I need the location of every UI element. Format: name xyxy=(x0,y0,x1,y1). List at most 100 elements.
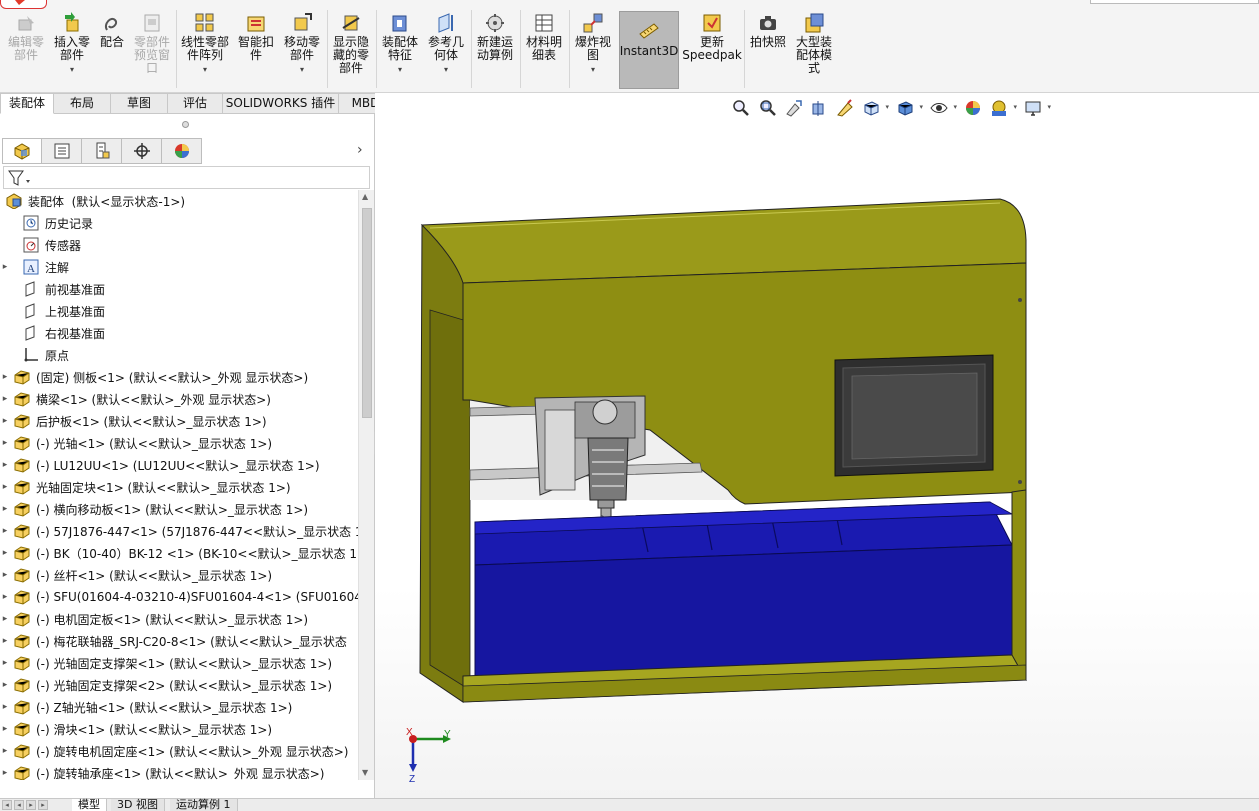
tree-item[interactable]: ▸ (-) 电机固定板<1> (默认<<默认>_显示状态 1>) xyxy=(0,608,358,630)
expand-arrow-icon[interactable]: ▸ xyxy=(0,614,10,624)
expand-arrow-icon[interactable]: ▸ xyxy=(0,768,10,778)
tree-item[interactable]: ▸ (固定) 侧板<1> (默认<<默认>_外观 显示状态>) xyxy=(0,366,358,388)
tree-item[interactable]: 前视基准面 xyxy=(0,278,358,300)
chevron-down-icon[interactable]: ▾ xyxy=(398,63,402,76)
tree-item[interactable]: 历史记录 xyxy=(0,212,358,234)
nav-last-icon[interactable]: ▸ xyxy=(38,800,48,810)
nav-first-icon[interactable]: ◂ xyxy=(2,800,12,810)
tab-configurationmanager[interactable] xyxy=(82,138,122,164)
expand-arrow-icon[interactable]: ▸ xyxy=(0,526,10,536)
nav-next-icon[interactable]: ▸ xyxy=(26,800,36,810)
linear-pattern-button[interactable]: 线性零部 件阵列 ▾ xyxy=(180,12,230,76)
graphics-area[interactable]: ▾ ▾ ▾ ▾ ▾ X Y Z xyxy=(375,93,1259,798)
search-box[interactable] xyxy=(1090,0,1259,4)
tab-layout[interactable]: 布局 xyxy=(54,93,111,114)
reference-geometry-button[interactable]: 参考几 何体 ▾ xyxy=(426,12,466,76)
scrollbar-thumb[interactable] xyxy=(362,208,372,418)
tree-item[interactable]: ▸ (-) 57J1876-447<1> (57J1876-447<<默认>_显示… xyxy=(0,520,358,542)
chevron-down-icon[interactable]: ▾ xyxy=(591,63,595,76)
show-hidden-components-button[interactable]: 显示隐 藏的零 部件 xyxy=(331,12,371,75)
tree-scrollbar[interactable]: ▲ ▼ xyxy=(358,190,374,780)
tree-item[interactable]: ▸ (-) Z轴光轴<1> (默认<<默认>_显示状态 1>) xyxy=(0,696,358,718)
expand-arrow-icon[interactable]: ▸ xyxy=(0,570,10,580)
expand-arrow-icon[interactable]: ▸ xyxy=(0,504,10,514)
new-motion-study-button[interactable]: 新建运 动算例 xyxy=(474,12,516,62)
take-snapshot-button[interactable]: 拍快照 xyxy=(748,12,788,49)
tree-item[interactable]: ▸ (-) 滑块<1> (默认<<默认>_显示状态 1>) xyxy=(0,718,358,740)
panel-grip-handle[interactable] xyxy=(182,121,189,128)
large-assembly-mode-button[interactable]: 大型装 配体模 式 xyxy=(792,12,836,75)
tree-item[interactable]: ▸ (-) 光轴<1> (默认<<默认>_显示状态 1>) xyxy=(0,432,358,454)
tab-sketch[interactable]: 草图 xyxy=(111,93,168,114)
component-preview-button[interactable]: 零部件 预览窗 口 xyxy=(132,12,172,75)
tree-item[interactable]: ▸ (-) BK（10-40）BK-12 <1> (BK-10<<默认>_显示状态… xyxy=(0,542,358,564)
expand-arrow-icon[interactable]: ▸ xyxy=(0,548,10,558)
smart-fasteners-button[interactable]: 智能扣 件 xyxy=(236,12,276,62)
expand-arrow-icon[interactable]: ▸ xyxy=(0,592,10,602)
expand-arrow-icon[interactable]: ▸ xyxy=(0,636,10,646)
chevron-right-icon[interactable]: › xyxy=(357,142,363,158)
chevron-down-icon[interactable]: ▾ xyxy=(444,63,448,76)
tab-displaymanager[interactable] xyxy=(162,138,202,164)
tab-assembly[interactable]: 装配体 xyxy=(0,93,54,114)
tab-3d-views[interactable]: 3D 视图 xyxy=(111,799,165,811)
tab-model[interactable]: 模型 xyxy=(72,799,107,811)
tree-item[interactable]: ▸ (-) 横向移动板<1> (默认<<默认>_显示状态 1>) xyxy=(0,498,358,520)
tree-item[interactable]: ▸ (-) 旋转电机固定座<1> (默认<<默认>_外观 显示状态>) xyxy=(0,740,358,762)
expand-arrow-icon[interactable]: ▸ xyxy=(0,680,10,690)
scroll-up-icon[interactable]: ▲ xyxy=(362,192,368,201)
tab-featuremanager[interactable] xyxy=(2,138,42,164)
expand-arrow-icon[interactable]: ▸ xyxy=(0,372,10,382)
expand-arrow-icon[interactable]: ▸ xyxy=(0,394,10,404)
tree-item[interactable]: ▸ (-) 旋转轴承座<1> (默认<<默认>_外观 显示状态>) xyxy=(0,762,358,780)
insert-component-button[interactable]: 插入零 部件 ▾ xyxy=(52,12,92,76)
chevron-down-icon[interactable]: ▾ xyxy=(70,63,74,76)
tree-item[interactable]: ▸ (-) 光轴固定支撑架<1> (默认<<默认>_显示状态 1>) xyxy=(0,652,358,674)
instant3d-toggle-button[interactable]: Instant3D xyxy=(619,11,679,89)
expand-arrow-icon[interactable]: ▸ xyxy=(0,482,10,492)
chevron-down-icon[interactable]: ▾ xyxy=(203,63,207,76)
tree-item[interactable]: ▸ (-) 丝杆<1> (默认<<默认>_显示状态 1>) xyxy=(0,564,358,586)
tab-evaluate[interactable]: 评估 xyxy=(168,93,223,114)
tree-root-assembly[interactable]: 装配体 (默认<显示状态-1>) xyxy=(0,190,358,212)
tab-solidworks-addins[interactable]: SOLIDWORKS 插件 xyxy=(223,93,339,114)
tree-item[interactable]: 原点 xyxy=(0,344,358,366)
exploded-view-button[interactable]: 爆炸视 图 ▾ xyxy=(572,12,614,76)
tab-propertymanager[interactable] xyxy=(42,138,82,164)
tab-motion-study[interactable]: 运动算例 1 xyxy=(170,799,238,811)
nav-prev-icon[interactable]: ◂ xyxy=(14,800,24,810)
tree-item[interactable]: ▸ 光轴固定块<1> (默认<<默认>_显示状态 1>) xyxy=(0,476,358,498)
tray-front[interactable] xyxy=(474,544,1013,677)
tree-item[interactable]: ▸ (-) LU12UU<1> (LU12UU<<默认>_显示状态 1>) xyxy=(0,454,358,476)
tree-filter-bar[interactable] xyxy=(3,166,370,189)
tree-item[interactable]: ▸ (-) 光轴固定支撑架<2> (默认<<默认>_显示状态 1>) xyxy=(0,674,358,696)
drill-chuck[interactable] xyxy=(587,437,629,501)
bill-of-materials-button[interactable]: 材料明 细表 xyxy=(523,12,565,62)
tree-item[interactable]: ▸ 横梁<1> (默认<<默认>_外观 显示状态>) xyxy=(0,388,358,410)
assembly-feature-button[interactable]: 装配体 特征 ▾ xyxy=(380,12,420,76)
expand-arrow-icon[interactable]: ▸ xyxy=(0,262,10,272)
tree-item[interactable]: 右视基准面 xyxy=(0,322,358,344)
scroll-down-icon[interactable]: ▼ xyxy=(362,768,368,777)
expand-arrow-icon[interactable]: ▸ xyxy=(0,746,10,756)
tree-item[interactable]: 传感器 xyxy=(0,234,358,256)
tree-item[interactable]: ▸ (-) SFU(01604-4-03210-4)SFU01604-4<1> (… xyxy=(0,586,358,608)
expand-arrow-icon[interactable]: ▸ xyxy=(0,460,10,470)
chevron-down-icon[interactable]: ▾ xyxy=(300,63,304,76)
tree-item[interactable]: ▸ 后护板<1> (默认<<默认>_显示状态 1>) xyxy=(0,410,358,432)
expand-arrow-icon[interactable]: ▸ xyxy=(0,702,10,712)
tree-item[interactable]: ▸ A 注解 xyxy=(0,256,358,278)
expand-arrow-icon[interactable]: ▸ xyxy=(0,416,10,426)
update-speedpak-button[interactable]: 更新 Speedpak xyxy=(682,12,742,62)
cnc-machine-model[interactable] xyxy=(375,93,1259,798)
mate-button[interactable]: 配合 xyxy=(98,12,126,49)
expand-arrow-icon[interactable]: ▸ xyxy=(0,658,10,668)
tree-item[interactable]: ▸ (-) 梅花联轴器_SRJ-C20-8<1> (默认<<默认>_显示状态 xyxy=(0,630,358,652)
expand-arrow-icon[interactable]: ▸ xyxy=(0,438,10,448)
edit-component-button[interactable]: 编辑零 部件 xyxy=(6,12,46,62)
move-component-button[interactable]: 移动零 部件 ▾ xyxy=(282,12,322,76)
tab-dimxpertmanager[interactable] xyxy=(122,138,162,164)
tree-item[interactable]: 上视基准面 xyxy=(0,300,358,322)
solidworks-logo-icon[interactable] xyxy=(0,0,47,9)
expand-arrow-icon[interactable]: ▸ xyxy=(0,724,10,734)
